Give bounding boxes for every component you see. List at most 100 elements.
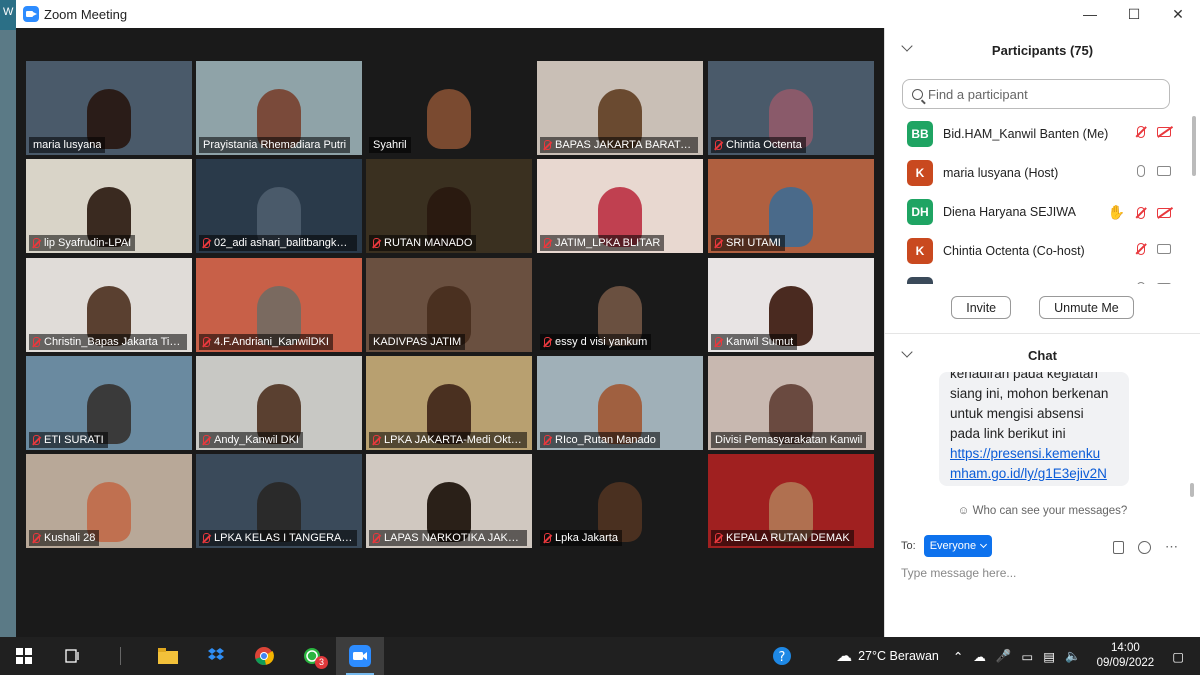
video-tile[interactable]: Andy_Kanwil DKI	[196, 356, 362, 450]
video-tile[interactable]: LAPAS NARKOTIKA JAKARTA	[366, 454, 532, 548]
chat-input[interactable]: Type message here...	[901, 566, 1016, 580]
video-tile[interactable]: JATIM_LPKA BLITAR	[537, 159, 703, 253]
video-name-label: lip Syafrudin-LPAI	[29, 235, 136, 251]
zoom-icon	[349, 645, 371, 667]
participant-name: Kanwil Sumut	[726, 336, 794, 348]
battery-icon[interactable]: ▭	[1021, 649, 1033, 664]
video-tile[interactable]: ETI SURATI	[26, 356, 192, 450]
video-tile[interactable]: Kushali 28	[26, 454, 192, 548]
participant-row[interactable]: SSSyahril Sumatera Barat	[885, 270, 1185, 284]
video-tile[interactable]: RIco_Rutan Manado	[537, 356, 703, 450]
video-name-label: JATIM_LPKA BLITAR	[540, 235, 665, 251]
collapse-participants-icon[interactable]	[901, 40, 913, 52]
video-icon	[1157, 166, 1171, 176]
weather-text[interactable]: 27°C Berawan	[858, 649, 939, 663]
participant-name: Chintia Octenta	[726, 139, 802, 151]
more-icon[interactable]: ⋯	[1165, 539, 1178, 555]
participant-name: 4.F.Andriani_KanwilDKI	[214, 336, 329, 348]
video-tile[interactable]: KADIVPAS JATIM	[366, 258, 532, 352]
chat-message-line: untuk mengisi absensi	[950, 406, 1084, 421]
start-button[interactable]	[0, 637, 48, 675]
video-tile[interactable]: Syahril	[366, 61, 532, 155]
chat-recipient-row: To: Everyone	[901, 535, 993, 557]
chat-link[interactable]: https://presensi.kemenku	[950, 444, 1126, 464]
volume-icon[interactable]: 🔈	[1065, 649, 1081, 664]
video-tile[interactable]: Lpka Jakarta	[537, 454, 703, 548]
video-name-label: KEPALA RUTAN DEMAK	[711, 530, 854, 546]
file-icon[interactable]	[1113, 540, 1124, 554]
network-icon[interactable]: ▤	[1043, 649, 1055, 664]
chrome-button[interactable]	[240, 637, 288, 675]
zoom-taskbar-button[interactable]	[336, 637, 384, 675]
video-tile[interactable]: Kanwil Sumut	[708, 258, 874, 352]
emoji-icon[interactable]	[1138, 540, 1151, 554]
video-tile[interactable]: LPKA KELAS I TANGERANG	[196, 454, 362, 548]
avatar: K	[907, 159, 933, 186]
microphone-icon[interactable]: 🎤	[996, 649, 1012, 664]
video-name-label: KADIVPAS JATIM	[369, 334, 466, 350]
muted-mic-icon	[373, 533, 380, 543]
video-tile[interactable]: BAPAS JAKARTA BARAT-IIII	[537, 61, 703, 155]
gallery-view: maria lusyana Prayistania Rhemadiara Putr…	[16, 28, 884, 637]
recipient-dropdown[interactable]: Everyone	[923, 535, 993, 557]
video-tile[interactable]: 02_adi ashari_balitbangkumham	[196, 159, 362, 253]
participant-row[interactable]: BB Bid.HAM_Kanwil Banten (Me)	[885, 114, 1185, 153]
recipient-label: Everyone	[929, 540, 977, 552]
folder-icon	[158, 648, 178, 664]
task-view-button[interactable]	[48, 637, 96, 675]
video-off-icon	[1157, 127, 1171, 137]
participant-row[interactable]: K Chintia Octenta (Co-host)	[885, 231, 1185, 270]
file-explorer-button[interactable]	[144, 637, 192, 675]
participant-search-input[interactable]: Find a participant	[902, 79, 1170, 109]
maximize-button[interactable]: ☐	[1112, 0, 1156, 28]
chat-scrollbar[interactable]	[1190, 483, 1194, 497]
search-icon	[912, 88, 923, 100]
background-window[interactable]: W	[0, 0, 16, 637]
video-tile[interactable]: KEPALA RUTAN DEMAK	[708, 454, 874, 548]
who-can-see-link[interactable]: ☺ Who can see your messages?	[885, 505, 1200, 517]
clock[interactable]: 14:00 09/09/2022	[1097, 641, 1155, 671]
video-tile[interactable]: Christin_Bapas Jakarta Timur	[26, 258, 192, 352]
mic-icon	[1137, 282, 1145, 284]
video-tile[interactable]: Prayistania Rhemadiara Putri	[196, 61, 362, 155]
video-tile[interactable]: 4.F.Andriani_KanwilDKI	[196, 258, 362, 352]
video-tile[interactable]: maria lusyana	[26, 61, 192, 155]
participant-row[interactable]: Kmaria lusyana (Host)	[885, 153, 1185, 192]
chevron-up-icon[interactable]: ⌃	[953, 649, 963, 664]
video-tile[interactable]: LPKA JAKARTA-Medi Oktaviani	[366, 356, 532, 450]
video-icon	[1157, 283, 1171, 284]
video-tile[interactable]: RUTAN MANADO	[366, 159, 532, 253]
participant-list-scrollbar[interactable]	[1192, 116, 1196, 176]
close-button[interactable]: ✕	[1156, 0, 1200, 28]
participant-name: ETI SURATI	[44, 434, 104, 446]
dropbox-icon	[208, 648, 224, 660]
side-panel: Participants (75) Find a participant BB B…	[884, 28, 1200, 637]
video-tile[interactable]: SRI UTAMI	[708, 159, 874, 253]
video-name-label: ETI SURATI	[29, 432, 108, 448]
video-tile[interactable]: lip Syafrudin-LPAI	[26, 159, 192, 253]
cloud-sync-icon[interactable]: ☁	[973, 649, 986, 664]
collapse-chat-icon[interactable]	[901, 346, 913, 358]
video-tile[interactable]: Chintia Octenta	[708, 61, 874, 155]
invite-button[interactable]: Invite	[951, 296, 1012, 319]
participant-row[interactable]: DH Diena Haryana SEJIWA ✋	[885, 192, 1185, 231]
video-tile[interactable]: Divisi Pemasyarakatan Kanwil	[708, 356, 874, 450]
windows-icon	[16, 648, 32, 664]
raised-hand-icon: ✋	[1107, 204, 1125, 220]
notifications-icon[interactable]: ▢	[1172, 649, 1184, 664]
participant-name: Divisi Pemasyarakatan Kanwil	[715, 434, 863, 446]
date-text: 09/09/2022	[1096, 657, 1155, 669]
unmute-me-button[interactable]: Unmute Me	[1039, 296, 1134, 319]
minimize-button[interactable]: —	[1068, 0, 1112, 28]
participant-silhouette	[427, 89, 471, 149]
muted-mic-icon	[33, 238, 40, 248]
chat-link[interactable]: mham.go.id/ly/g1E3ejiv2N	[950, 464, 1126, 484]
help-button[interactable]: ?	[762, 637, 802, 675]
muted-mic-icon	[373, 435, 380, 445]
dropbox-button[interactable]	[192, 637, 240, 675]
whatsapp-button[interactable]: 3	[288, 637, 336, 675]
svg-text:?: ?	[779, 650, 786, 665]
participant-list: BB Bid.HAM_Kanwil Banten (Me) Kmaria lusya…	[885, 114, 1185, 284]
video-name-label: LPKA JAKARTA-Medi Oktaviani	[369, 432, 527, 448]
video-tile[interactable]: essy d visi yankum	[537, 258, 703, 352]
